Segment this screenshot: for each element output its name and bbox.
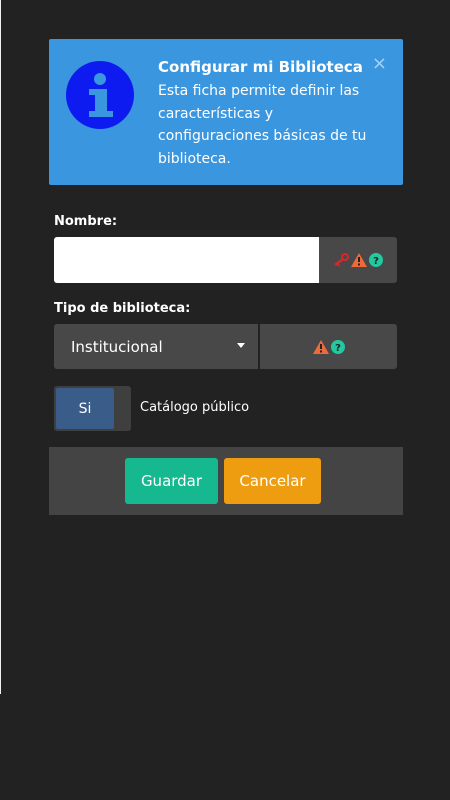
left-edge-line (0, 0, 1, 694)
info-description-text: Esta ficha permite definir las caracterí… (158, 83, 367, 167)
chevron-down-icon (237, 343, 245, 348)
name-label: Nombre: (54, 214, 118, 229)
info-panel: Configurar mi Biblioteca Esta ficha perm… (49, 39, 403, 185)
svg-text:?: ? (373, 256, 379, 267)
info-description: Esta ficha permite definir las caracterí… (66, 80, 386, 170)
svg-text:?: ? (335, 343, 341, 354)
toggle-on-label: Si (56, 388, 114, 429)
help-icon[interactable]: ? (330, 339, 345, 354)
public-catalog-toggle[interactable]: Si (54, 386, 131, 431)
name-status-addon: ? (319, 237, 397, 283)
name-input[interactable] (54, 237, 319, 283)
key-icon (333, 253, 349, 267)
library-type-value: Institucional (71, 337, 163, 356)
close-icon[interactable]: × (372, 55, 387, 73)
warning-icon (351, 253, 367, 267)
info-title: Configurar mi Biblioteca (158, 58, 363, 76)
warning-icon (312, 339, 329, 354)
save-button[interactable]: Guardar (125, 458, 218, 504)
public-catalog-label: Catálogo público (140, 400, 250, 415)
type-label: Tipo de biblioteca: (54, 301, 191, 316)
library-type-select[interactable]: Institucional (54, 324, 258, 369)
help-icon[interactable]: ? (369, 253, 383, 267)
type-status-addon: ? (260, 324, 397, 369)
cancel-button[interactable]: Cancelar (224, 458, 321, 504)
